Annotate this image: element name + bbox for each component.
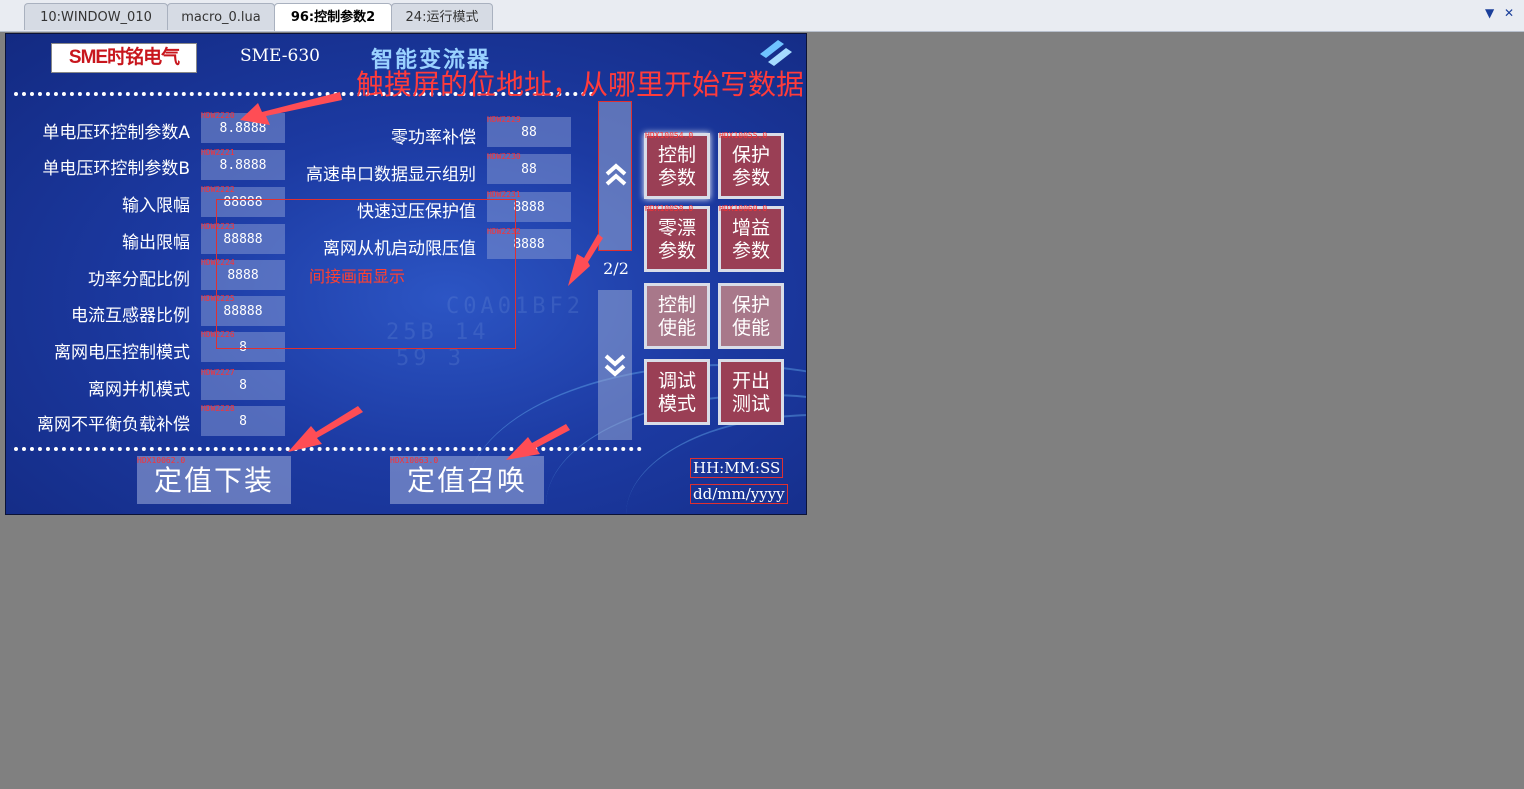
menu-button-label: 保护 参数 xyxy=(731,144,770,189)
param-label: 输入限幅 xyxy=(122,196,190,216)
triangle-down-icon[interactable]: ▼ xyxy=(1485,6,1494,20)
param-value: 8.8888 xyxy=(219,121,267,136)
param-value: 8 xyxy=(239,378,247,393)
param-value: 8.8888 xyxy=(219,158,267,173)
param-label: 离网电压控制模式 xyxy=(54,343,190,363)
double-chevron-up-icon[interactable] xyxy=(599,160,633,190)
param-value: 88 xyxy=(521,162,537,177)
param-label: 电流互感器比例 xyxy=(71,306,190,326)
menu-button-protection-params[interactable]: HDX10055.0 保护 参数 xyxy=(718,131,784,199)
menu-button-zero-drift-params[interactable]: HDX10058.0 零漂 参数 xyxy=(644,204,710,272)
param-field[interactable]: HDW2228 8 xyxy=(201,404,285,436)
brand-logo: SME时铭电气 xyxy=(51,43,197,73)
address-tag: HDW2220 xyxy=(201,111,235,120)
page-up-column[interactable] xyxy=(598,101,632,251)
editor-tab-bar: 10:WINDOW_010 macro_0.lua 96:控制参数2 24:运行… xyxy=(0,0,1524,32)
menu-button-debug-mode[interactable]: 调试 模式 xyxy=(644,359,710,425)
param-value: 8 xyxy=(239,414,247,429)
param-field[interactable]: HDW2230 88 xyxy=(487,152,571,184)
param-value: 88 xyxy=(521,125,537,140)
action-label: 定值召唤 xyxy=(406,464,527,497)
address-tag: HDW2228 xyxy=(201,404,235,413)
menu-button-label: 保护 使能 xyxy=(731,294,770,339)
menu-button-output-test[interactable]: 开出 测试 xyxy=(718,359,784,425)
page-down-column[interactable] xyxy=(598,290,632,440)
param-label: 高速串口数据显示组别 xyxy=(306,165,476,185)
address-tag: HDW2230 xyxy=(487,152,521,161)
param-label: 零功率补偿 xyxy=(391,128,476,148)
menu-button-label: 控制 使能 xyxy=(657,294,696,339)
hex-line: 59 3 xyxy=(396,346,465,371)
param-label: 离网不平衡负载补偿 xyxy=(37,415,190,435)
menu-button-label: 零漂 参数 xyxy=(657,217,696,262)
param-label: 单电压环控制参数A xyxy=(42,123,190,143)
address-tag: HDW2221 xyxy=(201,148,235,157)
address-tag: HDX10060.0 xyxy=(719,204,768,213)
address-tag: HDW2231 xyxy=(487,190,521,199)
param-label: 功率分配比例 xyxy=(88,270,190,290)
menu-button-label: 增益 参数 xyxy=(731,217,770,262)
menu-button-label: 控制 参数 xyxy=(657,144,696,189)
download-settings-button[interactable]: HDX10062.0 定值下装 xyxy=(137,456,291,504)
address-tag: HDW2222 xyxy=(201,185,235,194)
date-display: dd/mm/yyyy xyxy=(690,484,788,504)
address-tag: HDX10063.0 xyxy=(390,456,439,465)
address-tag: HDX10055.0 xyxy=(719,131,768,140)
address-tag: HDW2227 xyxy=(201,368,235,377)
time-display: HH:MM:SS xyxy=(690,458,784,478)
tab-window-010[interactable]: 10:WINDOW_010 xyxy=(24,3,168,30)
menu-button-label: 调试 模式 xyxy=(657,370,696,415)
menu-button-protection-enable[interactable]: 保护 使能 xyxy=(718,283,784,349)
tab-run-mode[interactable]: 24:运行模式 xyxy=(391,3,493,30)
menu-button-control-enable[interactable]: 控制 使能 xyxy=(644,283,710,349)
recall-settings-button[interactable]: HDX10063.0 定值召唤 xyxy=(390,456,544,504)
indirect-window-label: 间接画面显示 xyxy=(309,267,406,286)
tab-control-params-2[interactable]: 96:控制参数2 xyxy=(274,3,392,31)
menu-button-control-params[interactable]: HDX10054.0 控制 参数 xyxy=(644,131,710,199)
param-label: 离网并机模式 xyxy=(88,380,190,400)
hmi-screen: C0A01BF2 25B 14 59 3 SME时铭电气 SME-630 智能变… xyxy=(5,33,807,515)
menu-button-label: 开出 测试 xyxy=(731,370,770,415)
param-field[interactable]: HDW2220 8.8888 xyxy=(201,111,285,143)
model-name: SME-630 xyxy=(240,46,320,66)
param-field[interactable]: HDW2221 8.8888 xyxy=(201,148,285,180)
address-tag: HDX10062.0 xyxy=(137,456,186,465)
page-indicator: 2/2 xyxy=(603,259,629,278)
address-tag: HDX10058.0 xyxy=(645,204,694,213)
address-tag: HDW2229 xyxy=(487,115,521,124)
param-label: 单电压环控制参数B xyxy=(42,159,190,179)
address-tag: HDX10054.0 xyxy=(645,131,694,140)
close-icon[interactable]: ✕ xyxy=(1504,6,1514,20)
param-field[interactable]: HDW2229 88 xyxy=(487,115,571,147)
annotation-note: 触摸屏的位地址，从哪里开始写数据 xyxy=(356,68,805,101)
tab-macro-lua[interactable]: macro_0.lua xyxy=(167,3,275,30)
param-label: 输出限幅 xyxy=(122,233,190,253)
bottom-divider xyxy=(14,447,642,451)
menu-button-gain-params[interactable]: HDX10060.0 增益 参数 xyxy=(718,204,784,272)
action-label: 定值下装 xyxy=(153,464,274,497)
double-chevron-down-icon[interactable] xyxy=(598,350,632,380)
param-field[interactable]: HDW2227 8 xyxy=(201,368,285,400)
